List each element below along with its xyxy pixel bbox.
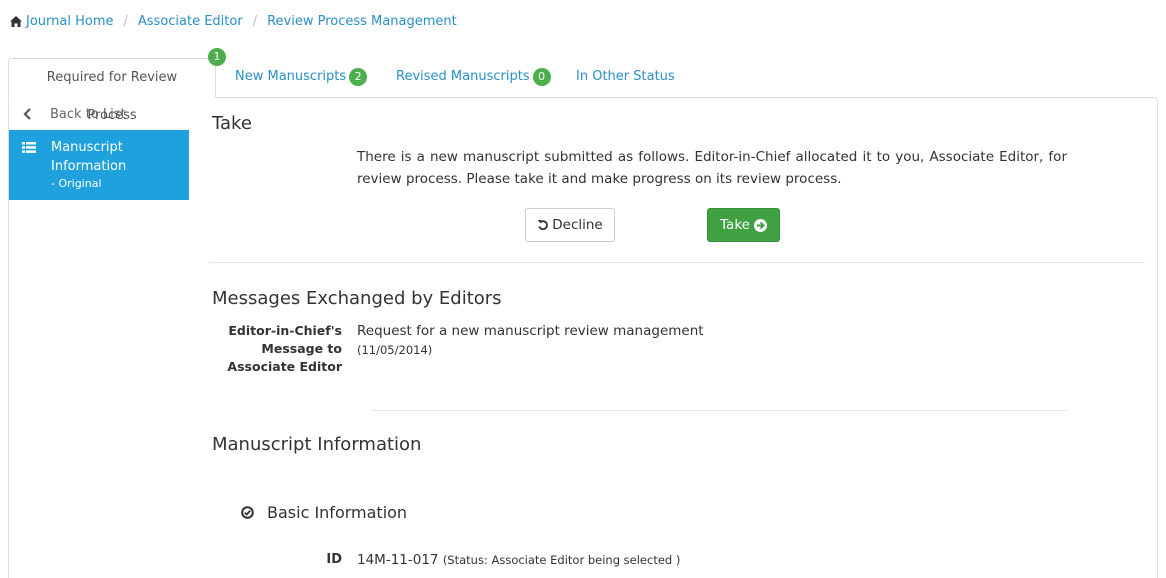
breadcrumb: Journal Home / Associate Editor / Review… xyxy=(10,12,457,30)
undo-icon xyxy=(537,220,549,231)
tab-label: New Manuscripts xyxy=(235,69,347,84)
tab-in-other-status[interactable]: In Other Status xyxy=(576,58,675,98)
divider xyxy=(210,262,1145,263)
tab-badge-required: 1 xyxy=(208,48,226,66)
basic-information-toggle[interactable]: Basic Information xyxy=(241,503,407,522)
id-label: ID xyxy=(326,552,342,567)
breadcrumb-separator: / xyxy=(123,13,128,29)
tab-label: Revised Manuscripts xyxy=(396,69,530,84)
sidebar-item-sublabel: - Original xyxy=(51,177,102,190)
take-button[interactable]: Take xyxy=(707,208,780,242)
tab-required-for-review[interactable]: Required for Review Process xyxy=(8,58,216,123)
take-section-title: Take xyxy=(212,113,252,134)
breadcrumb-associate-editor[interactable]: Associate Editor xyxy=(138,14,243,29)
tab-badge-revised: 0 xyxy=(532,67,551,86)
tab-new-manuscripts[interactable]: New Manuscripts 2 xyxy=(235,58,368,98)
message-date: (11/05/2014) xyxy=(357,343,433,357)
breadcrumb-review-process[interactable]: Review Process Management xyxy=(267,14,457,29)
take-label: Take xyxy=(720,217,750,233)
home-icon xyxy=(10,15,22,27)
decline-button[interactable]: Decline xyxy=(525,208,615,242)
manuscript-info-title: Manuscript Information xyxy=(212,434,422,455)
message-label: Editor-in-Chief's Message to Associate E… xyxy=(227,323,342,374)
id-value: 14M-11-017 xyxy=(357,552,439,568)
list-icon xyxy=(22,142,36,153)
divider xyxy=(372,410,1067,411)
decline-label: Decline xyxy=(552,217,603,233)
breadcrumb-separator: / xyxy=(252,13,258,29)
tab-bar: Required for Review Process 1 New Manusc… xyxy=(8,48,1158,123)
id-value-row: 14M-11-017 (Status: Associate Editor bei… xyxy=(357,552,680,568)
tab-revised-manuscripts[interactable]: Revised Manuscripts 0 xyxy=(396,58,551,98)
chevron-left-icon xyxy=(23,108,31,120)
sidebar-item-manuscript-information[interactable]: Manuscript Information - Original xyxy=(9,130,189,200)
breadcrumb-journal-home[interactable]: Journal Home xyxy=(26,14,113,29)
messages-section-title: Messages Exchanged by Editors xyxy=(212,288,502,309)
sidebar-item-label: Manuscript Information xyxy=(51,140,127,174)
check-circle-icon xyxy=(241,506,254,519)
id-status: (Status: Associate Editor being selected… xyxy=(442,553,681,567)
basic-information-label: Basic Information xyxy=(267,503,408,522)
tab-badge-new: 2 xyxy=(349,67,368,86)
take-description: There is a new manuscript submitted as f… xyxy=(357,149,1067,187)
arrow-circle-right-icon xyxy=(753,218,767,232)
tab-label: In Other Status xyxy=(576,69,675,84)
message-text: Request for a new manuscript review mana… xyxy=(357,323,704,339)
